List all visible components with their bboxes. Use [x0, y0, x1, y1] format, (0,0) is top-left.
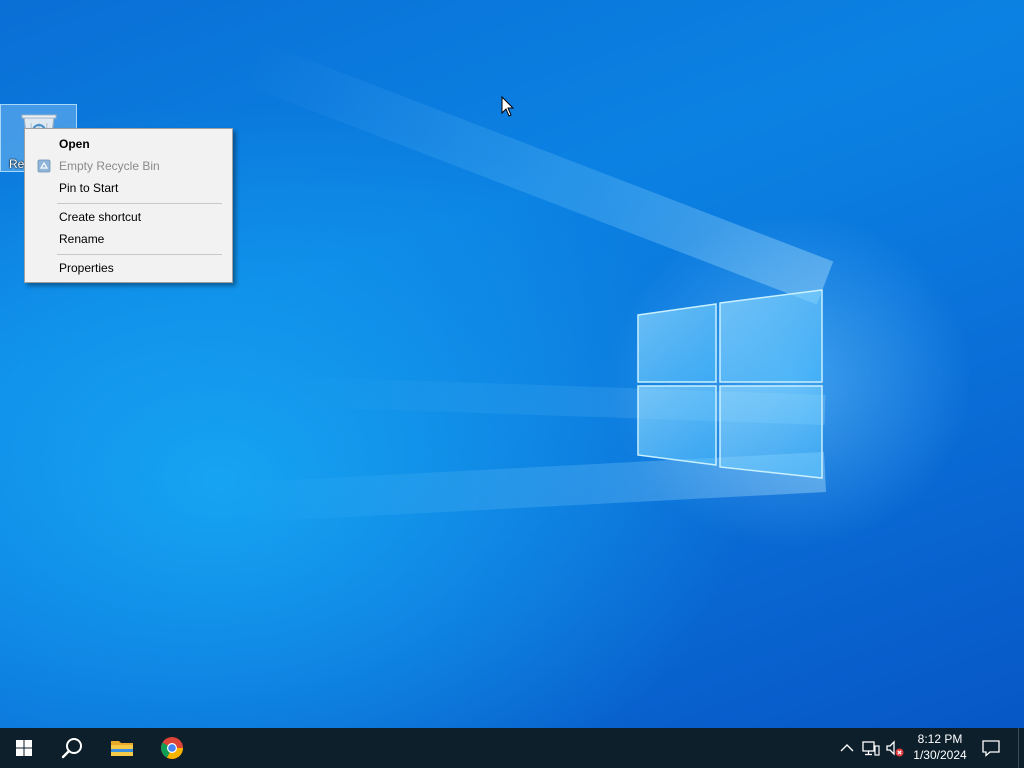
windows-logo: [637, 289, 823, 479]
menu-item-label: Open: [59, 137, 90, 151]
taskbar-file-explorer[interactable]: [98, 728, 146, 768]
clock-date: 1/30/2024: [913, 748, 967, 762]
menu-item-empty-recycle-bin[interactable]: Empty Recycle Bin: [27, 155, 230, 177]
light-beam: [242, 41, 834, 305]
menu-item-label: Empty Recycle Bin: [59, 159, 160, 173]
desktop[interactable]: Re Open Empty Recycle Bin Pin to Start C…: [0, 0, 1024, 728]
windows-start-icon: [16, 740, 32, 756]
system-clock[interactable]: 8:12 PM 1/30/2024: [906, 728, 974, 768]
menu-item-open[interactable]: Open: [27, 133, 230, 155]
menu-item-label: Properties: [59, 261, 114, 275]
recycle-shield-icon: [37, 159, 51, 173]
menu-item-label: Rename: [59, 232, 105, 246]
menu-item-rename[interactable]: Rename: [27, 228, 230, 250]
start-button[interactable]: [0, 728, 48, 768]
network-icon[interactable]: [861, 738, 881, 758]
context-menu: Open Empty Recycle Bin Pin to Start Crea…: [24, 128, 233, 283]
taskbar: 8:12 PM 1/30/2024: [0, 728, 1024, 768]
menu-separator: [57, 203, 222, 204]
menu-item-label: Create shortcut: [59, 210, 142, 224]
search-button[interactable]: [48, 728, 96, 768]
folder-icon: [111, 741, 133, 756]
volume-muted-icon[interactable]: [885, 738, 905, 758]
chrome-icon: [161, 737, 183, 759]
menu-item-label: Pin to Start: [59, 181, 119, 195]
menu-separator: [57, 254, 222, 255]
menu-item-properties[interactable]: Properties: [27, 257, 230, 279]
menu-item-create-shortcut[interactable]: Create shortcut: [27, 206, 230, 228]
taskbar-chrome[interactable]: [148, 728, 196, 768]
chevron-up-icon[interactable]: [837, 738, 857, 758]
clock-time: 8:12 PM: [917, 732, 963, 746]
notification-icon: [982, 740, 1000, 757]
search-icon: [61, 738, 82, 759]
menu-item-pin-to-start[interactable]: Pin to Start: [27, 177, 230, 199]
mouse-cursor-icon: [501, 96, 515, 117]
show-desktop-button[interactable]: [1018, 728, 1024, 768]
notification-center-button[interactable]: [978, 728, 1004, 768]
